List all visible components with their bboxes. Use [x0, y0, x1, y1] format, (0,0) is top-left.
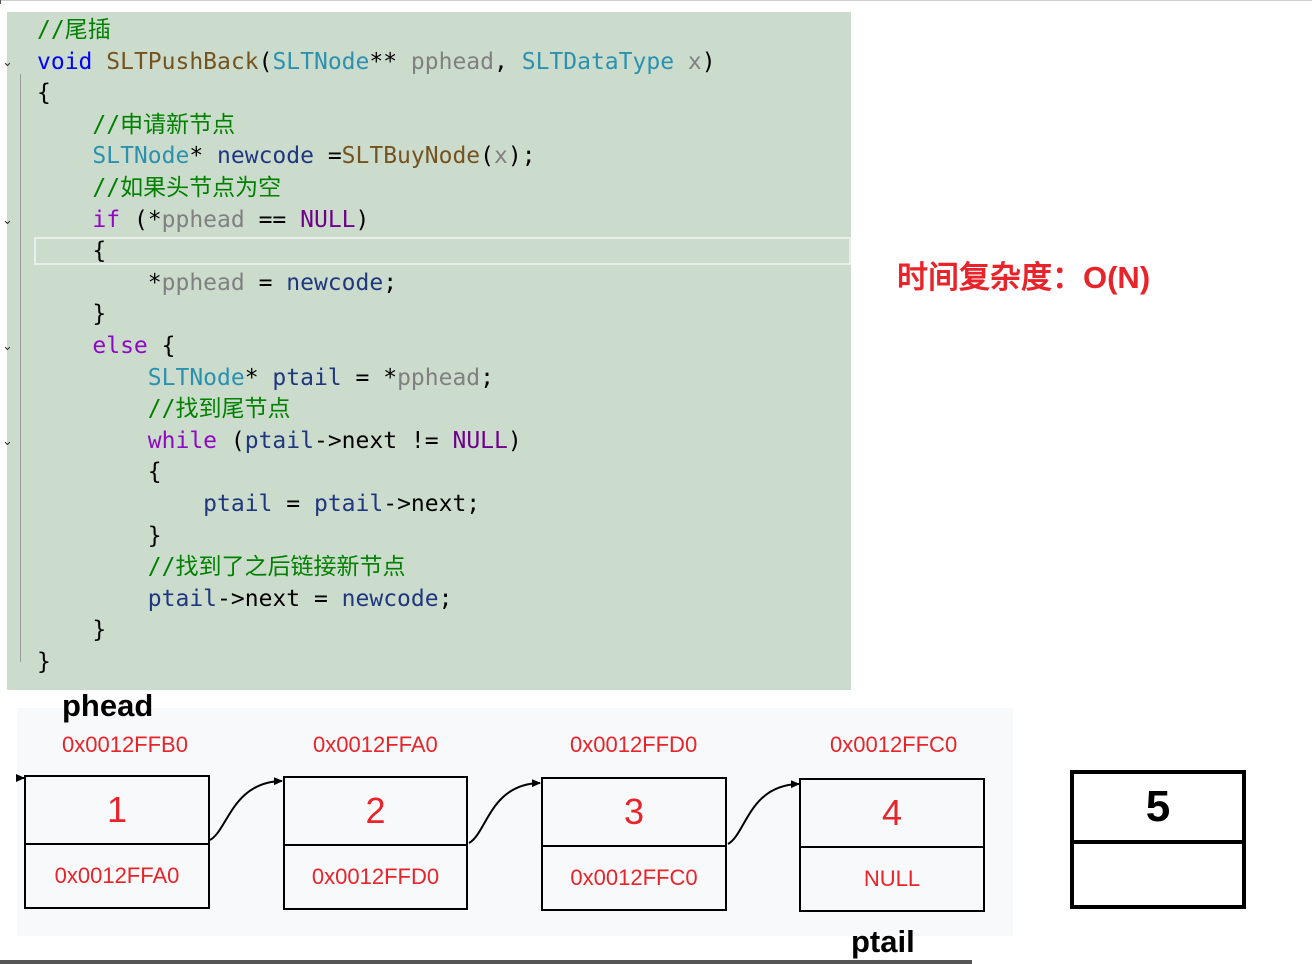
new-node: 5	[1070, 770, 1246, 909]
bottom-border	[0, 960, 972, 964]
link-arrow-1-2	[209, 777, 283, 841]
link-arrow-2-3	[468, 779, 541, 844]
link-arrow-3-4	[727, 780, 800, 845]
new-node-data: 5	[1074, 774, 1242, 844]
